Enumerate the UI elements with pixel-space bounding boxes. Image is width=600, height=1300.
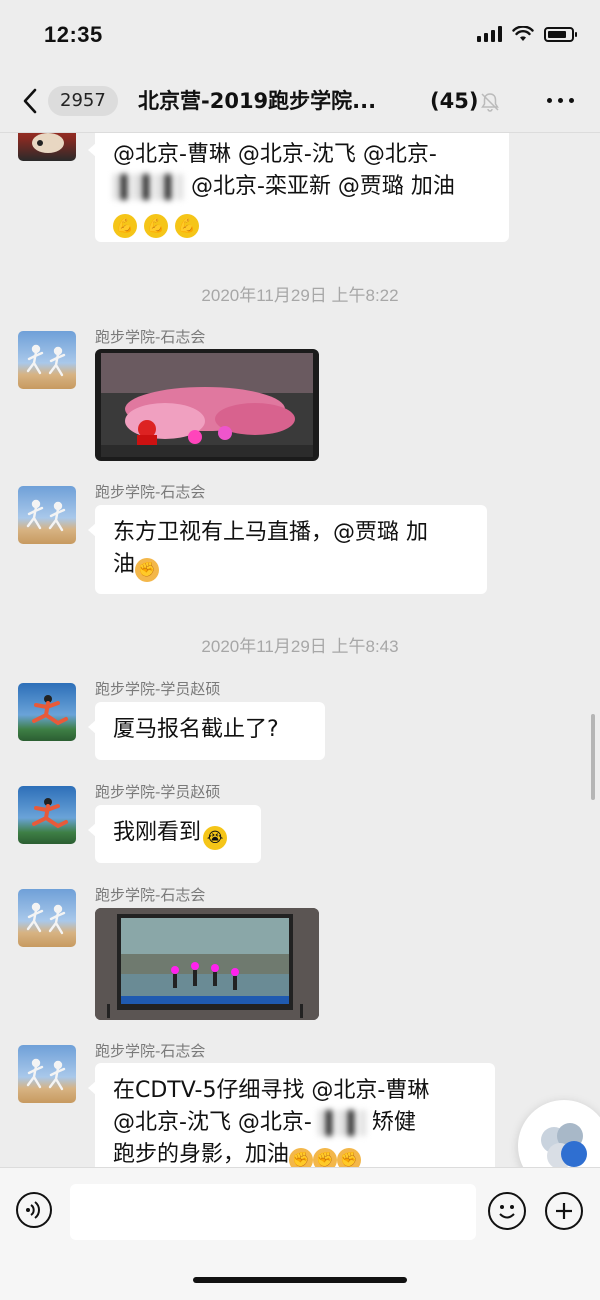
avatar[interactable] — [18, 683, 76, 741]
avatar[interactable] — [18, 133, 76, 161]
sender-name: 跑步学院-石志会 — [95, 483, 206, 501]
status-bar: 12:35 — [0, 0, 600, 70]
timestamp: 2020年11月29日 上午8:22 — [201, 286, 399, 305]
sender-name: 跑步学院-石志会 — [95, 886, 206, 904]
chat-title: 北京营-2019跑步学院... — [138, 89, 377, 113]
message-text: 我刚看到 — [113, 820, 202, 845]
home-indicator[interactable] — [193, 1277, 407, 1283]
blurred-mention — [317, 1110, 366, 1136]
avatar[interactable] — [18, 786, 76, 844]
signal-icon — [477, 26, 502, 42]
message-text: 在CDTV-5仔细寻找 @北京-曹琳 — [113, 1078, 430, 1103]
emoji-icon[interactable] — [488, 1192, 526, 1230]
message-text: 东方卫视有上马直播，@贾璐 加 — [113, 520, 428, 545]
sender-name: 跑步学院-石志会 — [95, 328, 206, 346]
member-count: (45) — [430, 89, 479, 113]
message-text-line: 跑步的身影，加油 ✊ ✊ ✊ — [113, 1139, 477, 1167]
more-icon[interactable] — [547, 98, 574, 103]
message-text: 厦马报名截止了? — [113, 717, 279, 742]
battery-icon — [544, 26, 577, 42]
message-list[interactable]: @北京-曹琳 @北京-沈飞 @北京- @北京-栾亚新 @贾璐 加油 💪 💪 💪 … — [0, 133, 600, 1167]
unread-count-badge[interactable]: 2957 — [48, 86, 118, 116]
avatar[interactable] — [18, 1045, 76, 1103]
message-text: @北京-栾亚新 @贾璐 加油 — [191, 174, 455, 199]
avatar[interactable] — [18, 889, 76, 947]
message-input[interactable] — [70, 1184, 476, 1240]
blurred-mention — [113, 174, 183, 200]
status-icons — [477, 26, 577, 42]
message-text: @北京-沈飞 @北京- — [113, 1110, 312, 1135]
message-text-line: 油 ✊ — [113, 549, 469, 582]
image-thumbnail[interactable] — [95, 908, 319, 1020]
back-icon[interactable] — [18, 86, 42, 116]
fist-icon: ✊ — [135, 558, 160, 582]
message-bubble[interactable]: 东方卫视有上马直播，@贾璐 加 油 ✊ — [88, 505, 487, 594]
wifi-icon — [512, 26, 534, 41]
sender-name: 跑步学院-学员赵硕 — [95, 783, 221, 801]
fist-icon: ✊ — [313, 1148, 338, 1167]
message-bubble[interactable]: 厦马报名截止了? — [88, 702, 325, 760]
message-text: 跑步的身影，加油 — [113, 1142, 290, 1167]
voice-icon[interactable] — [16, 1192, 52, 1228]
video-thumbnail[interactable] — [95, 349, 319, 461]
crying-face-icon: 😭 — [203, 826, 228, 850]
avatar[interactable] — [18, 486, 76, 544]
flexed-biceps-icon: 💪 — [175, 214, 199, 238]
scrollbar[interactable] — [591, 714, 595, 800]
message-text-line: @北京-沈飞 @北京- 矫健 — [113, 1107, 477, 1139]
message-text: 矫健 — [371, 1110, 416, 1135]
mute-icon — [481, 93, 499, 112]
message-text-line: @北京-栾亚新 @贾璐 加油 — [113, 171, 491, 203]
timestamp: 2020年11月29日 上午8:43 — [201, 637, 399, 656]
message-text: @北京-曹琳 @北京-沈飞 @北京- — [113, 142, 437, 167]
chat-header: 2957 北京营-2019跑步学院... (45) — [0, 70, 600, 133]
sender-name: 跑步学院-石志会 — [95, 1042, 206, 1060]
message-bubble[interactable]: 在CDTV-5仔细寻找 @北京-曹琳 @北京-沈飞 @北京- 矫健 跑步的身影，加… — [88, 1063, 495, 1167]
flexed-biceps-icon: 💪 — [144, 214, 168, 238]
plus-icon[interactable] — [545, 1192, 583, 1230]
message-bubble[interactable]: 我刚看到 😭 — [88, 805, 261, 863]
fist-icon: ✊ — [289, 1148, 314, 1167]
fist-icon: ✊ — [337, 1148, 362, 1167]
message-text: 油 — [113, 552, 136, 577]
status-time: 12:35 — [44, 22, 103, 47]
flexed-biceps-icon: 💪 — [113, 214, 137, 238]
avatar[interactable] — [18, 331, 76, 389]
emoji-row: 💪 💪 💪 — [113, 205, 491, 238]
sender-name: 跑步学院-学员赵硕 — [95, 680, 221, 698]
message-bubble[interactable]: @北京-曹琳 @北京-沈飞 @北京- @北京-栾亚新 @贾璐 加油 💪 💪 💪 — [88, 133, 509, 242]
